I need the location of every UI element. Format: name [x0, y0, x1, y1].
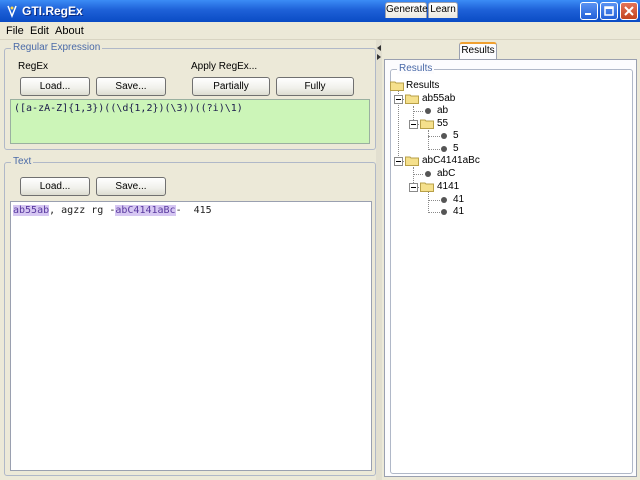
- tab-learn[interactable]: Learn: [428, 2, 458, 18]
- collapse-toggle-icon[interactable]: [409, 183, 418, 192]
- tree-leaf-node[interactable]: 5: [453, 143, 459, 155]
- results-group-title: Results: [397, 63, 435, 74]
- maximize-icon: [604, 6, 614, 16]
- leaf-bullet-icon: [425, 171, 431, 177]
- tree-match-node[interactable]: ab55ab: [422, 93, 455, 105]
- regex-label: RegEx: [18, 61, 49, 72]
- apply-regex-label: Apply RegEx...: [191, 61, 258, 72]
- tree-connector: [413, 111, 423, 112]
- tree-leaf-node[interactable]: 41: [453, 206, 464, 218]
- text-segment: , agzz rg -: [49, 205, 116, 216]
- window-title: GTI.RegEx: [22, 4, 83, 18]
- tree-connector: [428, 130, 429, 150]
- menu-edit[interactable]: Edit: [30, 25, 49, 37]
- tree-group-node[interactable]: 55: [437, 118, 448, 130]
- folder-icon: [405, 94, 419, 104]
- tree-leaf-node[interactable]: 5: [453, 130, 459, 142]
- leaf-bullet-icon: [425, 108, 431, 114]
- tree-root[interactable]: Results: [406, 80, 439, 92]
- menu-bar: File Edit About: [0, 22, 640, 40]
- text-input[interactable]: ab55ab, agzz rg -abC4141aBc- 415: [10, 201, 372, 471]
- text-segment: - 415: [175, 205, 212, 216]
- text-group-title: Text: [11, 156, 34, 167]
- minimize-icon: [585, 13, 591, 15]
- tree-leaf-node[interactable]: abC: [437, 168, 455, 180]
- leaf-bullet-icon: [441, 197, 447, 203]
- regex-save-button[interactable]: Save...: [96, 77, 166, 96]
- tree-connector: [428, 191, 429, 213]
- tree-connector: [428, 149, 440, 150]
- leaf-bullet-icon: [441, 146, 447, 152]
- tree-connector: [428, 200, 440, 201]
- regex-group-title: Regular Expression: [11, 42, 103, 53]
- tree-connector: [413, 174, 423, 175]
- folder-icon: [420, 119, 434, 129]
- close-icon: [624, 6, 634, 16]
- apply-partially-button[interactable]: Partially: [192, 77, 270, 96]
- tab-generate[interactable]: Generate: [385, 2, 428, 18]
- collapse-toggle-icon[interactable]: [394, 95, 403, 104]
- splitter-arrow-left-icon: [377, 45, 381, 51]
- results-group: Results: [390, 63, 633, 474]
- folder-icon: [405, 156, 419, 166]
- folder-icon: [390, 81, 404, 91]
- tree-connector: [428, 136, 440, 137]
- apply-fully-button[interactable]: Fully: [276, 77, 354, 96]
- tree-match-node[interactable]: abC4141aBc: [422, 155, 480, 167]
- menu-file[interactable]: File: [6, 25, 24, 37]
- menu-about[interactable]: About: [55, 25, 84, 37]
- panel-splitter[interactable]: [376, 40, 382, 480]
- regex-input[interactable]: ([a-zA-Z]{1,3})((\d{1,2})(\3))((?i)\1): [10, 99, 370, 144]
- splitter-arrow-right-icon: [377, 54, 381, 60]
- collapse-toggle-icon[interactable]: [409, 120, 418, 129]
- text-match-highlight: abC4141aBc: [115, 205, 176, 216]
- regex-load-button[interactable]: Load...: [20, 77, 90, 96]
- leaf-bullet-icon: [441, 209, 447, 215]
- leaf-bullet-icon: [441, 133, 447, 139]
- maximize-button[interactable]: [600, 2, 618, 20]
- title-bar[interactable]: GTI.RegEx: [0, 0, 640, 22]
- text-save-button[interactable]: Save...: [96, 177, 166, 196]
- close-button[interactable]: [620, 2, 638, 20]
- folder-icon: [420, 182, 434, 192]
- tree-leaf-node[interactable]: ab: [437, 105, 448, 117]
- tree-leaf-node[interactable]: 41: [453, 194, 464, 206]
- text-load-button[interactable]: Load...: [20, 177, 90, 196]
- text-match-highlight: ab55ab: [13, 205, 50, 216]
- collapse-toggle-icon[interactable]: [394, 157, 403, 166]
- regex-app-icon: [7, 5, 17, 18]
- tree-connector: [428, 212, 440, 213]
- minimize-button[interactable]: [580, 2, 598, 20]
- tree-group-node[interactable]: 4141: [437, 181, 459, 193]
